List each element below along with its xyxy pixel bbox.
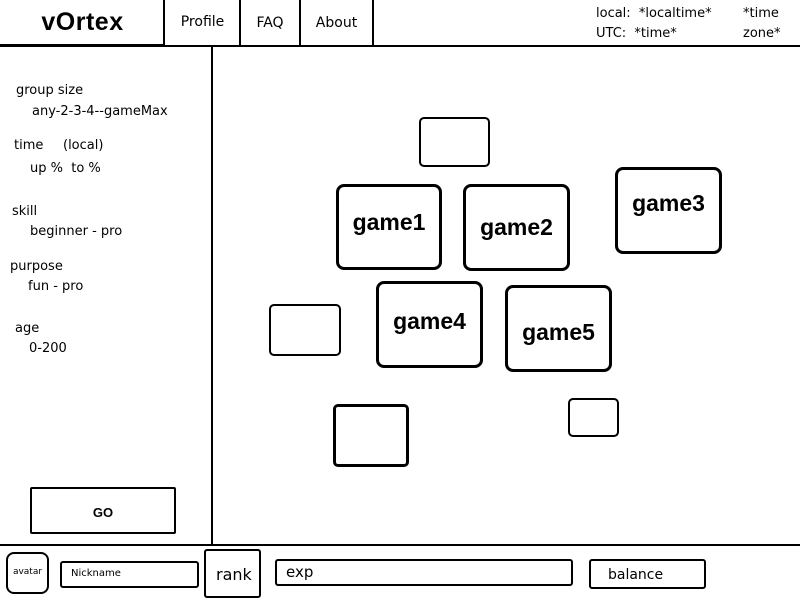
purpose-label: purpose xyxy=(10,259,63,274)
game-tile-game3[interactable]: game3 xyxy=(615,167,722,254)
sidebar-divider xyxy=(211,46,213,544)
time-local-label: (local) xyxy=(63,138,104,153)
age-label: age xyxy=(15,321,40,336)
go-button[interactable]: GO xyxy=(30,487,176,534)
game-tile-game4[interactable]: game4 xyxy=(376,281,483,368)
empty-game-slot[interactable] xyxy=(419,117,490,167)
game-tile-game2[interactable]: game2 xyxy=(463,184,570,271)
time-label: time xyxy=(14,138,44,153)
utc-time-display: UTC: *time* xyxy=(596,26,677,41)
exp-bar: exp xyxy=(275,559,573,586)
empty-game-slot[interactable] xyxy=(333,404,409,467)
nav-faq[interactable]: FAQ xyxy=(241,0,301,45)
rank-display: rank xyxy=(204,549,261,598)
balance-display: balance xyxy=(589,559,706,589)
group-size-label: group size xyxy=(16,83,84,98)
game-tile-game5[interactable]: game5 xyxy=(505,285,612,372)
header-divider xyxy=(0,45,800,47)
skill-label: skill xyxy=(12,204,38,219)
group-size-filter[interactable]: any-2-3-4--gameMax xyxy=(32,104,168,119)
empty-game-slot[interactable] xyxy=(568,398,619,437)
local-time-display: local: *localtime* xyxy=(596,6,712,21)
app-logo[interactable]: vOrtex xyxy=(0,8,165,37)
game-tile-game1[interactable]: game1 xyxy=(336,184,442,270)
logo-box: vOrtex xyxy=(0,0,165,46)
footer-divider xyxy=(0,544,800,546)
nickname-field[interactable]: Nickname xyxy=(60,561,199,588)
skill-filter[interactable]: beginner - pro xyxy=(30,224,122,239)
time-range-filter[interactable]: up % to % xyxy=(30,161,101,176)
timezone-display: *time xyxy=(743,6,779,21)
nav-about[interactable]: About xyxy=(301,0,374,45)
empty-game-slot[interactable] xyxy=(269,304,341,356)
purpose-filter[interactable]: fun - pro xyxy=(28,279,83,294)
timezone-display-line2: zone* xyxy=(743,26,781,41)
age-filter[interactable]: 0-200 xyxy=(29,341,67,356)
avatar[interactable]: avatar xyxy=(6,552,49,594)
nav-profile[interactable]: Profile xyxy=(166,0,241,45)
